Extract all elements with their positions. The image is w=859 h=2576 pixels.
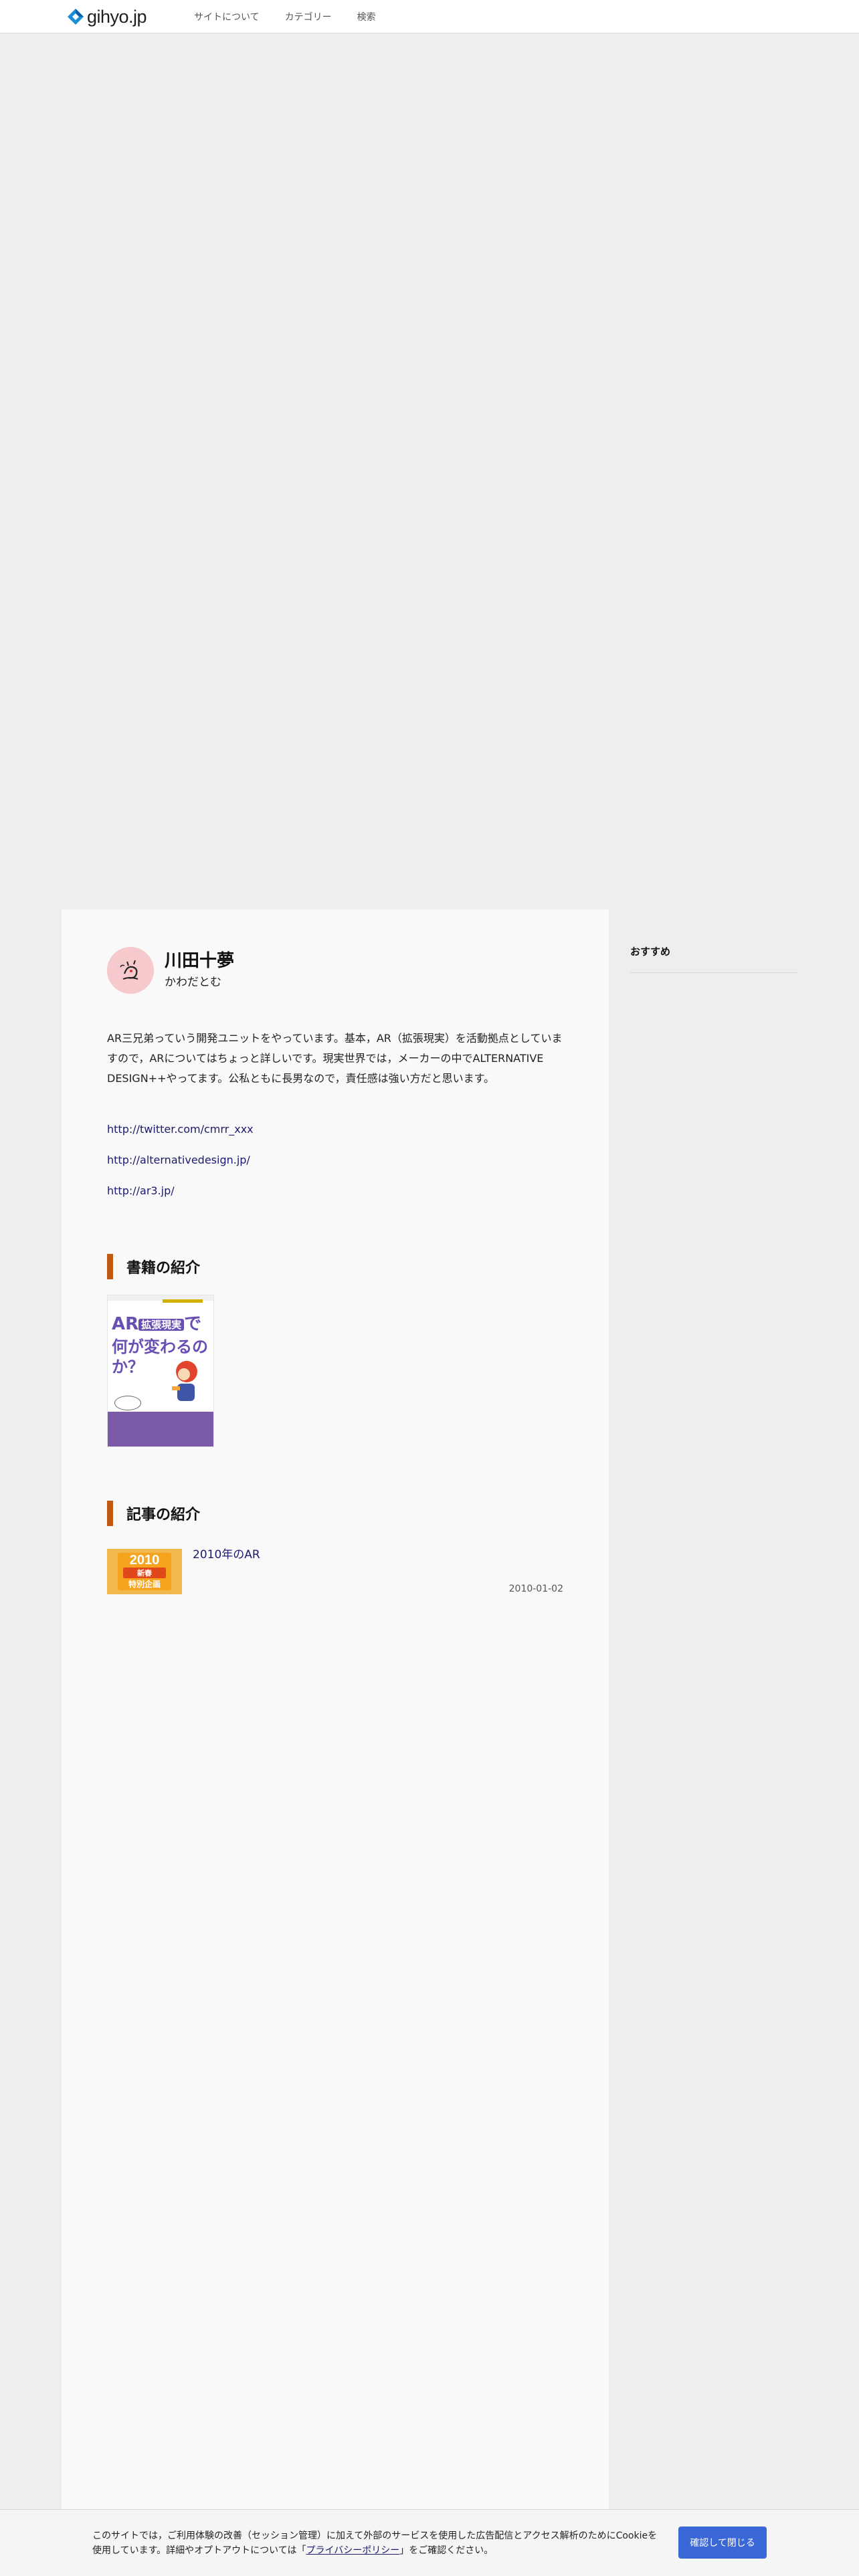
nav-search[interactable]: 検索: [357, 10, 376, 23]
logo-text: gihyo.jp: [87, 6, 147, 27]
author-kana: かわだとむ: [165, 976, 221, 989]
thumbnail-year: 2010: [129, 1553, 160, 1568]
link-ar3[interactable]: http://ar3.jp/: [107, 1184, 254, 1198]
thumbnail-badge: 2010 新春 特別企画: [118, 1553, 171, 1590]
articles-heading-text: 記事の紹介: [126, 1507, 201, 1523]
sidebar-divider: [630, 972, 797, 973]
site-header: gihyo.jp サイトについて カテゴリー 検索: [0, 0, 859, 33]
nav-category[interactable]: カテゴリー: [285, 10, 332, 23]
article-thumbnail[interactable]: 2010 新春 特別企画: [107, 1549, 182, 1594]
link-twitter[interactable]: http://twitter.com/cmrr_xxx: [107, 1122, 254, 1137]
author-name: 川田十夢: [165, 951, 235, 971]
book-character-illustration: [167, 1357, 203, 1404]
book-cover-de: で: [184, 1314, 202, 1334]
books-heading: 書籍の紹介: [107, 1254, 200, 1279]
book-cover[interactable]: AR 拡張現実で 何が変わるのか？: [107, 1295, 214, 1447]
author-links: http://twitter.com/cmrr_xxx http://alter…: [107, 1122, 254, 1214]
article-item[interactable]: 2010 新春 特別企画 2010年のAR 2010-01-02: [107, 1547, 563, 1601]
article-title[interactable]: 2010年のAR: [193, 1547, 260, 1562]
privacy-policy-link[interactable]: プライバシーポリシー: [306, 2545, 399, 2556]
author-card: 川田十夢 かわだとむ AR三兄弟っていう開発ユニットをやっています。基本，AR（…: [62, 909, 609, 2576]
articles-heading: 記事の紹介: [107, 1501, 200, 1526]
book-publisher-mark: [163, 1299, 203, 1303]
cookie-text: このサイトでは，ご利用体験の改善（セッション管理）に加えて外部のサービスを使用し…: [92, 2529, 661, 2558]
article-date: 2010-01-02: [508, 1584, 563, 1594]
logo-diamond-icon: [67, 8, 84, 25]
avatar: [107, 947, 154, 994]
books-heading-text: 書籍の紹介: [126, 1260, 201, 1277]
heading-accent-bar: [107, 1254, 113, 1279]
heading-accent-bar: [107, 1501, 113, 1526]
site-logo[interactable]: gihyo.jp: [67, 7, 147, 27]
sidebar-recommend-title: おすすめ: [630, 946, 671, 958]
book-cover-pill: 拡張現実: [138, 1318, 185, 1331]
book-cover-title-line1: AR 拡張現実で: [112, 1314, 201, 1335]
cookie-accept-button[interactable]: 確認して閉じる: [678, 2527, 767, 2559]
cookie-text-after: 」をご確認ください。: [399, 2545, 494, 2556]
author-profile: 川田十夢 かわだとむ: [107, 947, 234, 994]
link-alternativedesign[interactable]: http://alternativedesign.jp/: [107, 1153, 254, 1168]
author-bio: AR三兄弟っていう開発ユニットをやっています。基本，AR（拡張現実）を活動拠点と…: [107, 1032, 563, 1085]
book-speech-bubble: [114, 1396, 141, 1410]
book-cover-ar: AR: [112, 1314, 139, 1334]
cookie-banner: このサイトでは，ご利用体験の改善（セッション管理）に加えて外部のサービスを使用し…: [0, 2509, 859, 2576]
main-nav: サイトについて カテゴリー 検索: [194, 0, 401, 33]
thumbnail-band-text: 新春: [137, 1569, 152, 1578]
author-name-block: 川田十夢 かわだとむ: [165, 950, 234, 991]
thumbnail-caption: 特別企画: [128, 1580, 161, 1589]
nav-about[interactable]: サイトについて: [194, 10, 260, 23]
book-cover-bottom-band: [108, 1412, 213, 1446]
